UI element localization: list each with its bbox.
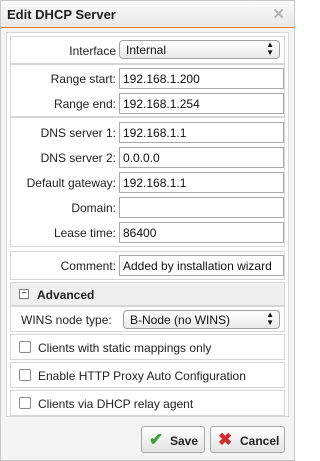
collapse-icon[interactable]: −: [19, 289, 29, 299]
dialog-titlebar: Edit DHCP Server ✕: [1, 1, 294, 28]
interface-label: Interface: [69, 44, 116, 58]
dns2-label: DNS server 2:: [40, 151, 116, 165]
dns1-input[interactable]: [119, 122, 284, 143]
checkmark-icon: ✔: [149, 430, 164, 449]
static-mappings-checkbox[interactable]: [19, 341, 31, 353]
save-label: Save: [170, 434, 199, 448]
dns1-label: DNS server 1:: [40, 126, 116, 140]
save-button[interactable]: ✔ Save: [141, 426, 205, 453]
proxy-auto-config-row[interactable]: Enable HTTP Proxy Auto Configuration: [10, 362, 285, 388]
x-icon: ✖: [218, 430, 233, 449]
static-mappings-row[interactable]: Clients with static mappings only: [10, 334, 285, 360]
advanced-title: Advanced: [37, 288, 95, 302]
wins-select-value: B-Node (no WINS): [130, 313, 231, 327]
range-start-input[interactable]: [119, 68, 284, 89]
cancel-label: Cancel: [240, 434, 280, 448]
lease-label: Lease time:: [53, 226, 116, 240]
range-end-input[interactable]: [119, 93, 284, 114]
comment-label: Comment:: [60, 259, 116, 273]
relay-agent-checkbox[interactable]: [19, 397, 31, 409]
lease-input[interactable]: [119, 222, 284, 243]
close-icon[interactable]: ✕: [272, 5, 285, 23]
domain-input[interactable]: [119, 197, 284, 218]
select-arrows-icon: ▲ ▼: [266, 310, 274, 327]
gateway-input[interactable]: [119, 172, 284, 193]
interface-group: Interface Internal ▲ ▼: [10, 36, 285, 64]
advanced-header[interactable]: − Advanced: [10, 282, 285, 306]
wins-select[interactable]: B-Node (no WINS) ▲ ▼: [123, 310, 280, 329]
proxy-auto-config-label: Enable HTTP Proxy Auto Configuration: [38, 369, 246, 383]
range-end-label: Range end:: [53, 97, 116, 111]
dns2-input[interactable]: [119, 147, 284, 168]
interface-select[interactable]: Internal ▲ ▼: [119, 40, 280, 59]
wins-group: WINS node type: B-Node (no WINS) ▲ ▼: [10, 306, 285, 332]
static-mappings-label: Clients with static mappings only: [38, 341, 212, 355]
cancel-button[interactable]: ✖ Cancel: [210, 426, 285, 453]
dialog-content: Interface Internal ▲▼ Range start: Range…: [6, 32, 289, 417]
gateway-label: Default gateway:: [26, 176, 116, 190]
domain-label: Domain:: [71, 201, 116, 215]
edit-dhcp-dialog: Edit DHCP Server ✕ Interface Internal ▲ ▼…: [0, 0, 295, 461]
interface-select-value: Internal: [126, 43, 167, 57]
comment-input[interactable]: [119, 255, 284, 276]
relay-agent-label: Clients via DHCP relay agent: [38, 397, 194, 411]
relay-agent-row[interactable]: Clients via DHCP relay agent: [10, 390, 285, 416]
select-arrows-icon: ▲ ▼: [266, 40, 274, 57]
proxy-auto-config-checkbox[interactable]: [19, 369, 31, 381]
network-group: DNS server 1: DNS server 2: Default gate…: [10, 117, 285, 247]
range-start-label: Range start:: [50, 72, 116, 86]
comment-group: Comment:: [10, 251, 285, 280]
range-group: Range start: Range end:: [10, 64, 285, 117]
wins-label: WINS node type:: [21, 313, 112, 327]
dialog-title: Edit DHCP Server: [7, 7, 116, 22]
